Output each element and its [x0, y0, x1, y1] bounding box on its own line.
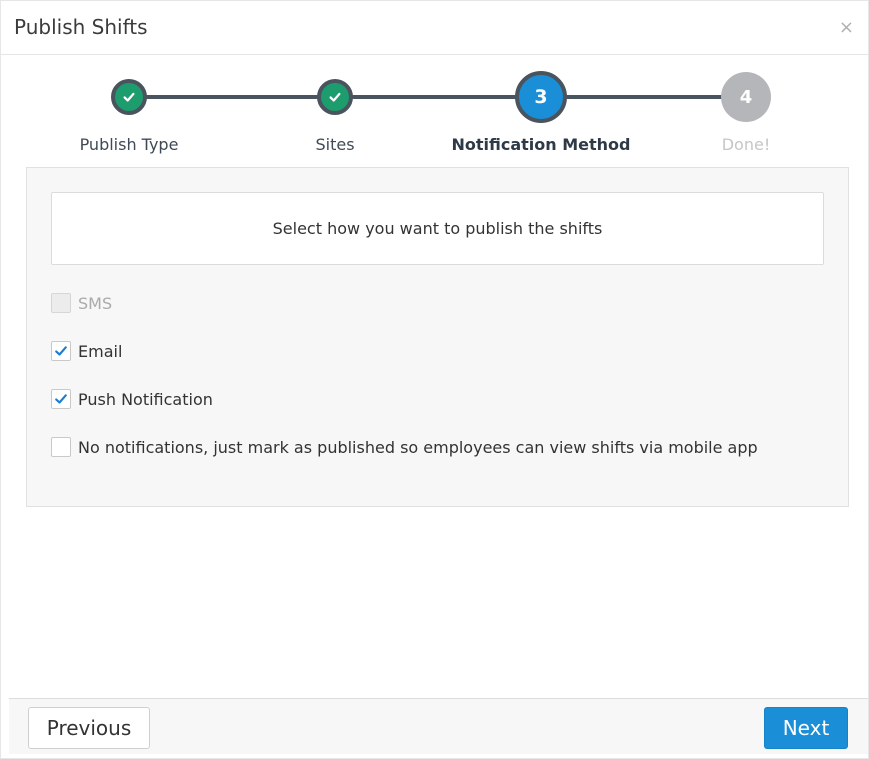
notification-method-panel: Select how you want to publish the shift…: [26, 167, 849, 507]
publish-shifts-dialog: Publish Shifts × 3 4 Publish Type Sites …: [0, 0, 869, 759]
step-connector: [129, 95, 335, 99]
wizard-stepper: 3 4 Publish Type Sites Notification Meth…: [1, 55, 868, 167]
previous-button[interactable]: Previous: [28, 707, 150, 749]
check-icon: [123, 92, 135, 102]
option-push-notification[interactable]: Push Notification: [51, 388, 213, 410]
step-1-circle[interactable]: [111, 79, 147, 115]
step-3-circle: 3: [515, 71, 567, 123]
step-connector: [541, 95, 746, 99]
check-icon: [329, 92, 341, 102]
push-notification-label[interactable]: Push Notification: [78, 390, 213, 409]
step-4-circle: 4: [721, 72, 771, 122]
step-connector: [335, 95, 541, 99]
step-label-publish-type[interactable]: Publish Type: [29, 135, 229, 154]
check-icon: [55, 394, 67, 404]
option-no-notifications[interactable]: No notifications, just mark as published…: [51, 436, 758, 458]
option-sms: SMS: [51, 292, 112, 314]
option-email[interactable]: Email: [51, 340, 122, 362]
no-notifications-label[interactable]: No notifications, just mark as published…: [78, 438, 758, 457]
email-checkbox[interactable]: [51, 341, 71, 361]
sms-label: SMS: [78, 293, 113, 313]
step-label-done: Done!: [721, 135, 771, 154]
instruction-box: Select how you want to publish the shift…: [51, 192, 824, 265]
dialog-title: Publish Shifts: [14, 15, 148, 39]
step-label-notification-method: Notification Method: [451, 135, 631, 154]
no-notifications-checkbox[interactable]: [51, 437, 71, 457]
dialog-footer: Previous Next: [9, 698, 868, 754]
step-2-circle[interactable]: [317, 79, 353, 115]
dialog-header: Publish Shifts ×: [1, 1, 868, 55]
instruction-text: Select how you want to publish the shift…: [272, 219, 603, 238]
next-button[interactable]: Next: [764, 707, 848, 749]
step-label-sites[interactable]: Sites: [235, 135, 435, 154]
check-icon: [55, 346, 67, 356]
email-label[interactable]: Email: [78, 342, 122, 361]
sms-checkbox: [51, 293, 71, 313]
push-notification-checkbox[interactable]: [51, 389, 71, 409]
close-icon[interactable]: ×: [839, 17, 854, 38]
